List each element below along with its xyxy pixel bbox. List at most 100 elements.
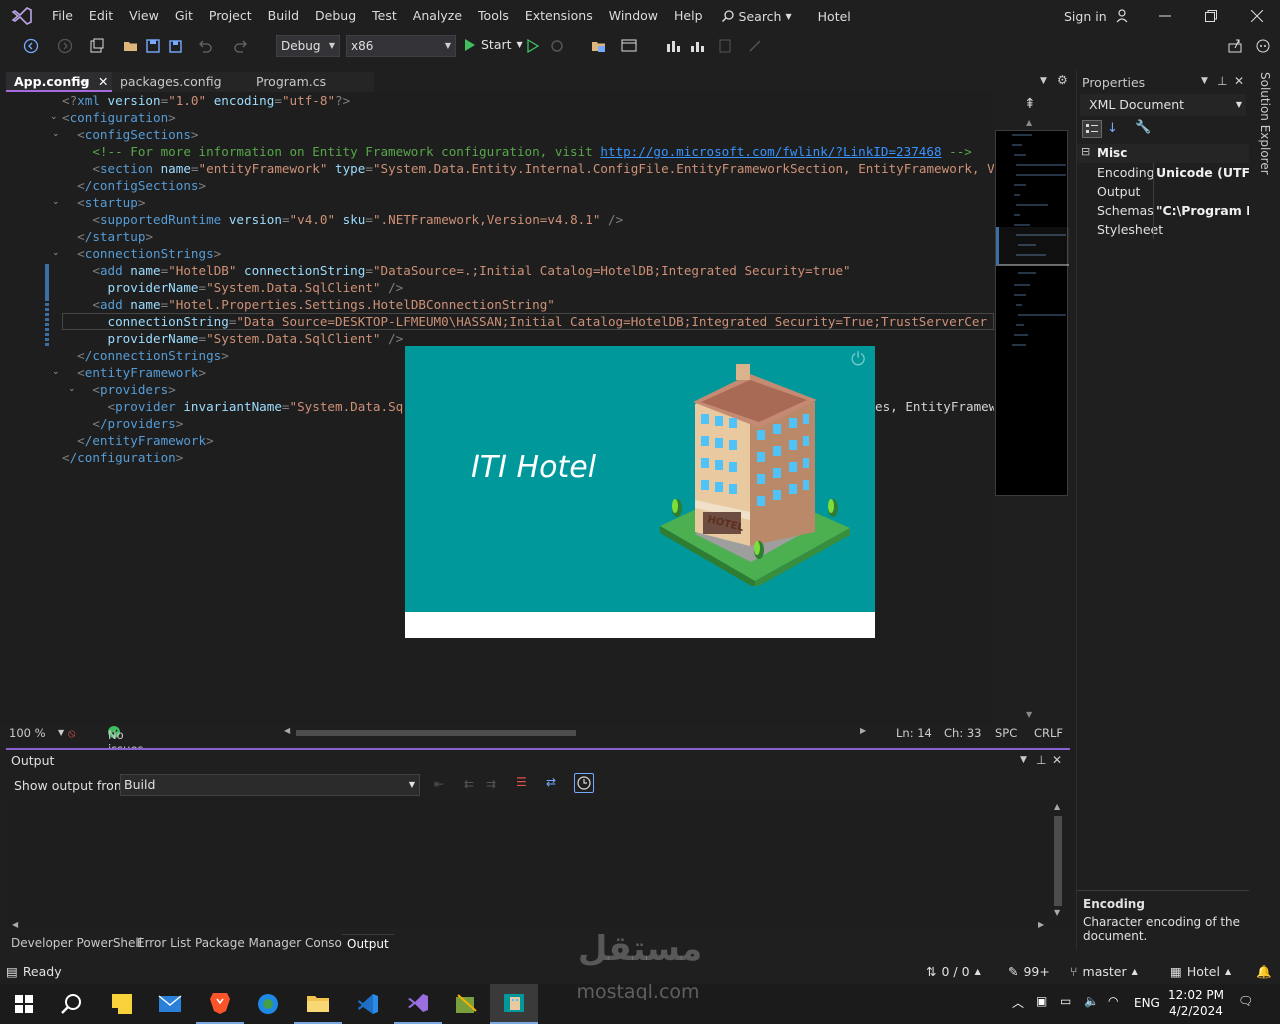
- undo-icon[interactable]: [196, 37, 214, 55]
- line-ending-indicator[interactable]: CRLF: [1034, 726, 1063, 740]
- bookmark-icon[interactable]: [716, 37, 734, 55]
- gear-icon[interactable]: ⚙: [1057, 73, 1068, 87]
- hot-reload-icon[interactable]: [548, 37, 566, 55]
- whitespace-indicator[interactable]: SPC: [995, 726, 1017, 740]
- clear-all-icon[interactable]: ☰: [516, 775, 527, 789]
- zoom-level[interactable]: 100 %: [9, 726, 46, 740]
- show-timestamps-button[interactable]: [574, 773, 594, 793]
- property-value[interactable]: [1153, 182, 1249, 201]
- visual-studio-logo-icon[interactable]: [0, 0, 44, 32]
- menu-help[interactable]: Help: [666, 0, 711, 32]
- menu-debug[interactable]: Debug: [307, 0, 364, 32]
- close-icon[interactable]: ✕: [1234, 74, 1244, 88]
- split-editor-icon[interactable]: ⇞: [1024, 96, 1036, 112]
- start-without-debugging-icon[interactable]: [524, 37, 542, 55]
- menu-file[interactable]: File: [44, 0, 81, 32]
- object-selector[interactable]: XML Document ▼: [1080, 94, 1246, 116]
- output-source-select[interactable]: Build ▼: [120, 774, 420, 796]
- horizontal-scrollbar[interactable]: ◀ ▶: [284, 726, 868, 737]
- tab-output[interactable]: Output: [342, 934, 394, 954]
- issues-indicator[interactable]: No issues found: [108, 726, 144, 770]
- property-row-output[interactable]: Output: [1077, 182, 1249, 201]
- close-icon[interactable]: ✕: [1052, 753, 1062, 767]
- folder-view-icon[interactable]: [590, 37, 608, 55]
- copilot-status-icon[interactable]: ⦸: [68, 726, 76, 741]
- align-icon[interactable]: [664, 37, 682, 55]
- vscode-icon[interactable]: [344, 984, 392, 1024]
- new-project-icon[interactable]: [88, 37, 106, 55]
- scroll-right-icon[interactable]: ▶: [1038, 920, 1044, 929]
- property-value[interactable]: "C:\Program Files: [1153, 201, 1249, 220]
- scroll-left-icon[interactable]: ◀: [12, 920, 18, 929]
- property-row-stylesheet[interactable]: Stylesheet: [1077, 220, 1249, 239]
- show-hidden-icons-icon[interactable]: ︿: [1012, 994, 1024, 1011]
- open-folder-icon[interactable]: [122, 37, 140, 55]
- battery-icon[interactable]: ▭: [1060, 994, 1071, 1008]
- meet-now-icon[interactable]: ▣: [1036, 994, 1047, 1008]
- scroll-thumb[interactable]: [1054, 816, 1062, 906]
- restore-button[interactable]: [1188, 0, 1234, 32]
- input-language[interactable]: ENG: [1134, 996, 1160, 1010]
- scroll-up-icon[interactable]: ▲: [1026, 118, 1032, 127]
- repository-selector[interactable]: ▦ Hotel ▲: [1170, 964, 1231, 979]
- scroll-down-icon[interactable]: ▼: [1026, 710, 1032, 719]
- menu-edit[interactable]: Edit: [81, 0, 121, 32]
- hotel-app-icon[interactable]: [490, 984, 538, 1024]
- file-explorer-icon[interactable]: [294, 984, 342, 1024]
- pending-changes-indicator[interactable]: ⇅ 0 / 0 ▲: [926, 964, 981, 979]
- line-indicator[interactable]: Ln: 14: [896, 726, 932, 740]
- system-clock[interactable]: 12:02 PM 4/2/2024: [1166, 987, 1226, 1019]
- next-message-icon[interactable]: ⇉: [486, 777, 496, 791]
- code-minimap[interactable]: [995, 130, 1069, 496]
- scroll-right-icon[interactable]: ▶: [860, 726, 866, 735]
- menu-window[interactable]: Window: [601, 0, 666, 32]
- save-all-icon[interactable]: [166, 37, 184, 55]
- fold-toggle-icon[interactable]: ⌄: [52, 367, 62, 377]
- action-center-icon[interactable]: 🗨: [1238, 994, 1253, 1008]
- tab-package-manager-console[interactable]: Package Manager Console: [190, 934, 358, 954]
- panel-options-icon[interactable]: ▼: [1020, 755, 1027, 765]
- alphabetical-view-icon[interactable]: ↓: [1107, 121, 1118, 136]
- pin-icon[interactable]: ⊥: [1036, 753, 1046, 767]
- windows-start-icon[interactable]: [0, 984, 48, 1024]
- search-icon[interactable]: [48, 984, 96, 1024]
- close-icon[interactable]: ✕: [98, 72, 108, 92]
- volume-icon[interactable]: 🔈: [1084, 994, 1099, 1008]
- sign-in-link[interactable]: Sign in: [1064, 9, 1107, 24]
- fold-toggle-icon[interactable]: ⌄: [50, 112, 60, 122]
- output-text-area[interactable]: ▲ ▼ ◀ ▶: [6, 798, 1070, 929]
- property-value[interactable]: Unicode (UTF-8): [1153, 163, 1249, 182]
- zoom-dropdown-icon[interactable]: ▼: [58, 728, 64, 737]
- mail-icon[interactable]: [146, 984, 194, 1024]
- share-icon[interactable]: [1226, 37, 1244, 55]
- redo-icon[interactable]: [232, 37, 250, 55]
- menu-project[interactable]: Project: [201, 0, 260, 32]
- navigate-forward-icon[interactable]: [56, 37, 74, 55]
- sticky-notes-icon[interactable]: [98, 984, 146, 1024]
- tab-list-dropdown-icon[interactable]: ▼: [1040, 76, 1047, 86]
- menu-view[interactable]: View: [121, 0, 167, 32]
- tab-packages-config[interactable]: packages.config: [112, 72, 248, 92]
- visual-studio-icon[interactable]: [394, 984, 442, 1024]
- property-row-encoding[interactable]: EncodingUnicode (UTF-8): [1077, 163, 1249, 182]
- start-debugging-button[interactable]: Start ▼: [464, 37, 523, 52]
- solution-configuration-select[interactable]: Debug ▼: [276, 35, 340, 57]
- menu-build[interactable]: Build: [260, 0, 307, 32]
- word-wrap-icon[interactable]: ⇄: [546, 775, 556, 789]
- save-icon[interactable]: [144, 37, 162, 55]
- property-value[interactable]: [1153, 220, 1249, 239]
- categorized-view-icon[interactable]: [1082, 120, 1102, 138]
- collapse-icon[interactable]: ⊟: [1081, 145, 1090, 158]
- menu-analyze[interactable]: Analyze: [405, 0, 470, 32]
- minimize-button[interactable]: [1142, 0, 1188, 32]
- column-indicator[interactable]: Ch: 33: [944, 726, 981, 740]
- tab-developer-powershell[interactable]: Developer PowerShell: [6, 934, 147, 954]
- fold-toggle-icon[interactable]: ⌄: [52, 129, 62, 139]
- sql-tool-icon[interactable]: [442, 984, 490, 1024]
- search-button[interactable]: Search ▼: [721, 9, 792, 24]
- tab-program-cs[interactable]: Program.cs: [248, 72, 374, 92]
- menu-tools[interactable]: Tools: [470, 0, 517, 32]
- edits-indicator[interactable]: ✎ 99+: [1008, 964, 1050, 979]
- fold-toggle-icon[interactable]: ⌄: [52, 197, 62, 207]
- scroll-left-icon[interactable]: ◀: [284, 726, 290, 735]
